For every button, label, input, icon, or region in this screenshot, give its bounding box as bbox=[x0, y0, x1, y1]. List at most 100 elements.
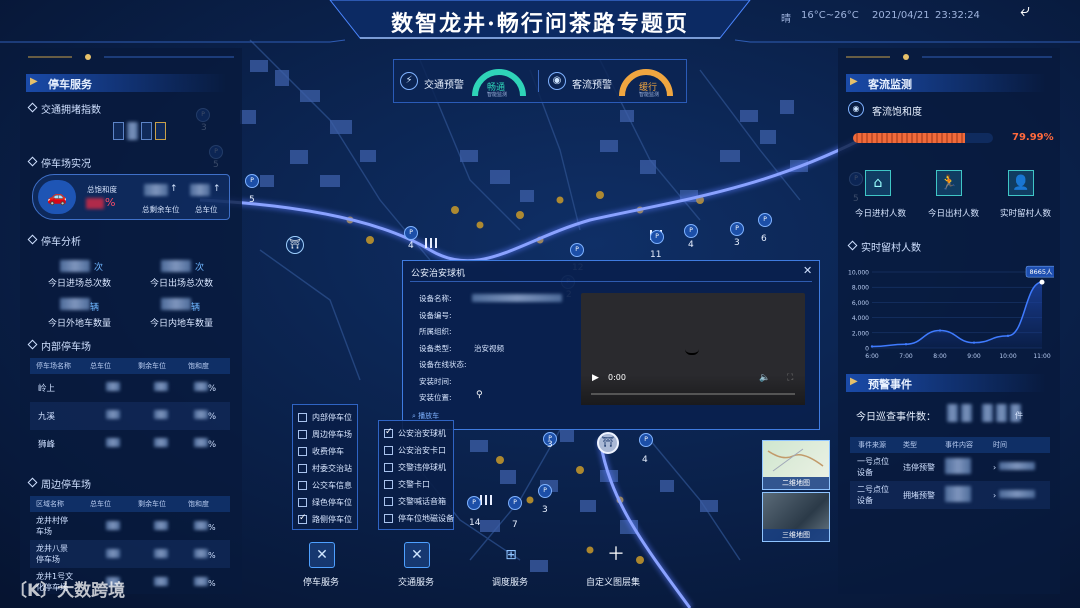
checkbox[interactable] bbox=[384, 513, 393, 523]
table-row[interactable]: 岭上 % bbox=[30, 374, 230, 402]
map-marker[interactable]: P bbox=[245, 174, 259, 188]
dispatch-service-button[interactable]: ⊞ bbox=[498, 542, 524, 568]
video-progress[interactable] bbox=[591, 393, 795, 395]
flow-saturation-value: 79.99% bbox=[1012, 132, 1054, 143]
table-header: 停车场名称 bbox=[36, 362, 71, 370]
map-marker[interactable]: P bbox=[730, 222, 744, 236]
volume-icon[interactable]: 🔈 bbox=[759, 373, 770, 383]
parking-service-button[interactable]: ✕ bbox=[309, 542, 335, 568]
checkbox[interactable] bbox=[384, 462, 393, 472]
weather-text: 晴 bbox=[781, 14, 791, 25]
dispatch-service-label[interactable]: 调度服务 bbox=[492, 575, 528, 588]
map-marker[interactable]: P bbox=[404, 226, 418, 240]
fullscreen-icon[interactable]: ⛶ bbox=[787, 373, 793, 383]
traffic-alert-label: 交通预警 bbox=[424, 80, 464, 91]
checkbox[interactable] bbox=[298, 412, 307, 422]
patrol-label: 今日巡查事件数： bbox=[856, 412, 936, 423]
checkbox[interactable] bbox=[298, 429, 307, 439]
layer-checkbox-row[interactable]: 收费停车 bbox=[298, 444, 344, 458]
triangle-icon: ▶ bbox=[30, 76, 38, 87]
map-marker[interactable]: P bbox=[508, 496, 522, 510]
divider bbox=[538, 70, 539, 92]
traffic-service-button[interactable]: ✕ bbox=[404, 542, 430, 568]
table-row[interactable]: 狮峰 % bbox=[30, 430, 230, 458]
map-marker-count: 3 bbox=[542, 505, 548, 515]
map-2d-label: 二维地图 bbox=[763, 477, 829, 489]
map-marker[interactable]: P bbox=[650, 230, 664, 244]
stat-unit: 次 bbox=[94, 263, 104, 273]
map-marker[interactable]: P bbox=[467, 496, 481, 510]
play-button[interactable]: ▶ bbox=[592, 373, 599, 383]
layer-checkbox-row[interactable]: 停车位地磁设备 bbox=[384, 511, 454, 525]
map-3d-thumb[interactable]: 三维地图 bbox=[762, 492, 830, 542]
toll-marker-icon[interactable]: ⛩ bbox=[286, 236, 304, 254]
table-row[interactable]: 二号点位 设备 拥堵预警 › bbox=[850, 481, 1050, 509]
traffic-service-label[interactable]: 交通服务 bbox=[398, 575, 434, 588]
triangle-icon: ▶ bbox=[850, 376, 858, 387]
layer-checkbox-row[interactable]: 公交车信息 bbox=[298, 478, 352, 492]
up-arrow-icon: ↑ bbox=[213, 184, 221, 194]
custom-layer-label[interactable]: 自定义图层集 bbox=[586, 575, 640, 588]
layer-checkbox-row[interactable]: 内部停车位 bbox=[298, 410, 352, 424]
table-row[interactable]: 龙井村停 车场 % bbox=[30, 512, 230, 540]
lot-name: 岭上 bbox=[38, 384, 56, 394]
video-time: 0:00 bbox=[608, 373, 626, 382]
up-arrow-icon: ↑ bbox=[170, 184, 178, 194]
checkbox[interactable] bbox=[298, 480, 307, 490]
y-tick-label: 8,000 bbox=[852, 285, 869, 292]
layer-checkbox-row[interactable]: 村委交治站 bbox=[298, 461, 352, 475]
checkbox[interactable] bbox=[384, 427, 393, 438]
table-row[interactable]: 一号点位 设备 违停预警 › bbox=[850, 453, 1050, 481]
table-row[interactable]: 龙井八景 停车场 % bbox=[30, 540, 230, 568]
layer-checkbox-row[interactable]: 交警喊话音箱 bbox=[384, 494, 446, 508]
checkbox[interactable] bbox=[384, 479, 393, 489]
map-marker[interactable]: P bbox=[570, 243, 584, 257]
section-title: 客流监测 bbox=[868, 78, 912, 91]
x-tick-label: 11:00 bbox=[1033, 353, 1050, 360]
parking-service-label[interactable]: 停车服务 bbox=[303, 575, 339, 588]
checkbox[interactable] bbox=[384, 496, 393, 506]
map-marker[interactable]: P bbox=[684, 224, 698, 238]
lot-name: 九溪 bbox=[38, 412, 56, 422]
layer-checkbox-row[interactable]: 交警违停球机 bbox=[384, 460, 446, 474]
map-marker[interactable]: P bbox=[758, 213, 772, 227]
y-tick-label: 0 bbox=[865, 346, 869, 353]
map-marker[interactable]: P bbox=[538, 484, 552, 498]
checkbox[interactable] bbox=[298, 463, 307, 473]
layer-label: 绿色停车位 bbox=[312, 497, 352, 507]
custom-layer-button[interactable]: ＋ bbox=[603, 542, 629, 568]
video-player[interactable]: ▶ 0:00 🔈 ⛶ bbox=[581, 293, 805, 405]
event-source: 一号点位 bbox=[857, 457, 889, 466]
total-spaces-label: 总车位 bbox=[195, 205, 218, 214]
parking-car-icon: 🚗 bbox=[38, 180, 76, 214]
checkbox[interactable] bbox=[298, 513, 307, 524]
data-point bbox=[870, 345, 874, 348]
checkbox[interactable] bbox=[298, 497, 307, 507]
toll-marker-icon[interactable]: ⛩ bbox=[597, 432, 619, 454]
back-button[interactable]: ⤶ bbox=[1010, 0, 1040, 24]
popup-close-icon[interactable]: ✕ bbox=[803, 264, 812, 277]
lot-pct: % bbox=[208, 578, 216, 588]
table-header: 时间 bbox=[993, 441, 1007, 449]
location-pin-icon[interactable]: ⚲ bbox=[476, 390, 483, 400]
table-header: 剩余车位 bbox=[138, 362, 166, 370]
checkbox[interactable] bbox=[384, 445, 393, 455]
stat-icon-stay: 👤 bbox=[1008, 170, 1034, 196]
y-tick-label: 6,000 bbox=[852, 300, 869, 307]
map-3d-label: 三维地图 bbox=[763, 529, 829, 541]
layer-checkbox-row[interactable]: 路侧停车位 bbox=[298, 512, 352, 526]
map-2d-thumb[interactable]: 二维地图 bbox=[762, 440, 830, 490]
layer-checkbox-row[interactable]: 周边停车场 bbox=[298, 427, 352, 441]
layer-checkbox-row[interactable]: 公安治安球机 bbox=[384, 426, 446, 440]
layer-checkbox-row[interactable]: 公安治安卡口 bbox=[384, 443, 446, 457]
layer-checkbox-row[interactable]: 绿色停车位 bbox=[298, 495, 352, 509]
realtime-label: 实时留村人数 bbox=[861, 243, 921, 254]
popup-divider bbox=[410, 281, 812, 282]
layer-label: 停车位地磁设备 bbox=[398, 513, 454, 523]
map-marker[interactable]: P bbox=[639, 433, 653, 447]
field-label: 设备类型: bbox=[419, 344, 452, 353]
layer-checkbox-row[interactable]: 交警卡口 bbox=[384, 477, 430, 491]
checkbox[interactable] bbox=[298, 446, 307, 456]
table-row[interactable]: 九溪 % bbox=[30, 402, 230, 430]
layer-label: 内部停车位 bbox=[312, 412, 352, 422]
